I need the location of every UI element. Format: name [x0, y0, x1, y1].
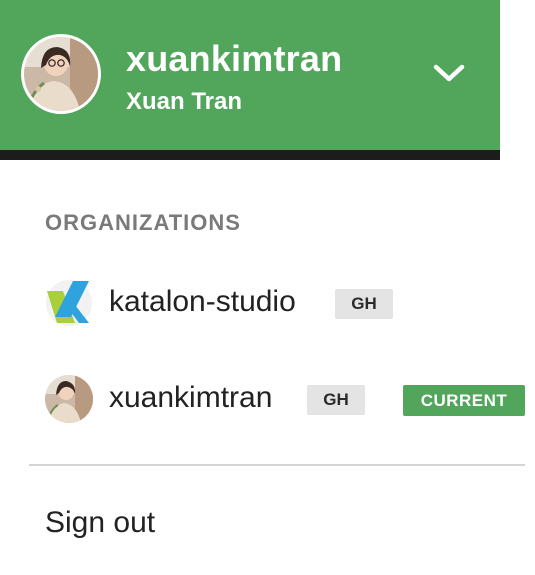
avatar-image	[24, 37, 98, 111]
header-shadow	[0, 150, 500, 160]
header-full-name: Xuan Tran	[126, 88, 243, 115]
org-name: xuankimtran	[109, 381, 273, 414]
page-edge	[500, 0, 535, 160]
chevron-down-icon[interactable]	[432, 62, 466, 89]
current-badge: CURRENT	[403, 385, 525, 416]
org-item-katalon-studio[interactable]: katalon-studio GH	[0, 268, 535, 338]
org-item-xuankimtran[interactable]: xuankimtran GH CURRENT	[0, 364, 535, 434]
katalon-logo-icon	[45, 279, 93, 327]
user-avatar-icon	[45, 375, 93, 423]
sign-out-button[interactable]: Sign out	[45, 506, 155, 540]
org-name: katalon-studio	[109, 285, 296, 318]
organizations-title: ORGANIZATIONS	[45, 210, 241, 235]
menu-divider	[29, 464, 525, 466]
github-badge: GH	[307, 385, 365, 415]
github-badge: GH	[335, 289, 393, 319]
user-avatar[interactable]	[21, 34, 101, 114]
header-username: xuankimtran	[126, 38, 343, 79]
account-header: xuankimtran Xuan Tran	[0, 0, 500, 150]
